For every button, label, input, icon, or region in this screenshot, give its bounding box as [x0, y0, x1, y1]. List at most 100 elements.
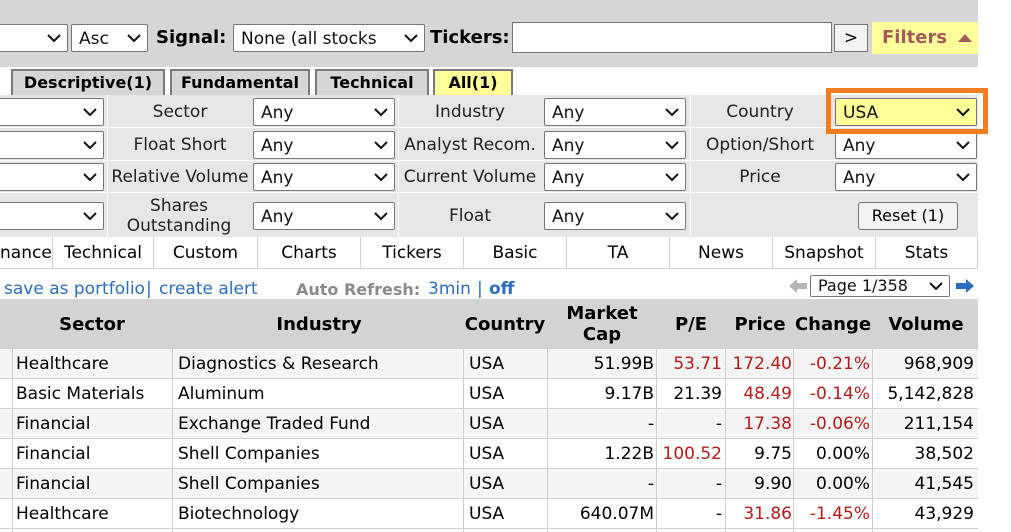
signal-value: None (all stocks: [241, 29, 377, 49]
header-pe[interactable]: P/E: [658, 314, 724, 335]
tickers-go-button[interactable]: >: [834, 24, 868, 52]
float-filter-select[interactable]: Any: [544, 202, 686, 230]
cell-price: 31.86: [743, 504, 792, 524]
view-tab-stats[interactable]: Stats: [876, 237, 978, 269]
column-divider: [547, 349, 548, 532]
create-alert-link[interactable]: create alert: [159, 279, 258, 299]
table-row[interactable]: Financial Shell Companies USA - - 9.90 0.00% 41…: [0, 469, 978, 499]
cell-sector[interactable]: Healthcare: [12, 499, 172, 529]
chevron-down-icon: [665, 132, 679, 150]
industry-filter-select[interactable]: Any: [544, 98, 686, 126]
price-filter-select[interactable]: Any: [835, 163, 977, 191]
cell-sector[interactable]: Financial: [12, 439, 172, 469]
page-select-value: Page 1/358: [818, 276, 908, 295]
header-country[interactable]: Country: [464, 314, 546, 335]
column-divider: [872, 349, 873, 532]
float-filter-value: Any: [552, 207, 585, 227]
cell-sector[interactable]: Financial: [12, 469, 172, 499]
tab-descriptive[interactable]: Descriptive(1): [11, 69, 165, 95]
sector-filter-select[interactable]: Any: [253, 98, 395, 126]
tickers-label: Tickers:: [430, 27, 510, 48]
signal-select[interactable]: None (all stocks: [233, 24, 425, 52]
cell-country[interactable]: USA: [465, 469, 547, 499]
page-select[interactable]: Page 1/358: [810, 275, 950, 297]
option-short-filter-select[interactable]: Any: [835, 131, 977, 159]
view-tab-tickers[interactable]: Tickers: [361, 237, 464, 269]
cell-sector[interactable]: Healthcare: [12, 349, 172, 379]
table-row[interactable]: Basic Materials Aluminum USA 9.17B 21.39 48.4…: [0, 379, 978, 409]
prev-page-arrow-icon[interactable]: [788, 278, 808, 298]
cell-pe: 21.39: [673, 384, 722, 404]
chevron-down-icon: [374, 203, 388, 221]
analyst-recom-filter-label: Analyst Recom.: [404, 135, 536, 155]
analyst-recom-filter-select[interactable]: Any: [544, 131, 686, 159]
tab-technical[interactable]: Technical: [315, 69, 429, 95]
header-volume[interactable]: Volume: [874, 314, 978, 335]
filter-select-row3-col0[interactable]: [0, 163, 104, 191]
filter-select-row4-col0[interactable]: [0, 202, 104, 230]
cell-country[interactable]: USA: [465, 439, 547, 469]
order-by-select[interactable]: [0, 24, 68, 52]
cell-volume: 211,154: [903, 414, 974, 434]
auto-refresh-label: Auto Refresh:: [296, 280, 421, 299]
cell-industry[interactable]: Shell Companies: [174, 439, 462, 469]
cell-pe: -: [715, 504, 722, 524]
chevron-down-icon: [665, 164, 679, 182]
view-tab-financial[interactable]: nance: [0, 237, 53, 269]
header-industry[interactable]: Industry: [174, 314, 464, 335]
header-market-cap[interactable]: Market Cap: [548, 303, 656, 345]
table-row[interactable]: Financial Exchange Traded Fund USA - - 17.38-…: [0, 409, 978, 439]
header-change[interactable]: Change: [794, 314, 872, 335]
filter-select-row1-col0[interactable]: [0, 98, 104, 126]
cell-sector[interactable]: Basic Materials: [12, 379, 172, 409]
shares-outstanding-filter-select[interactable]: Any: [253, 202, 395, 230]
cell-industry[interactable]: Biotechnology: [174, 499, 462, 529]
view-tab-technical[interactable]: Technical: [53, 237, 154, 269]
chevron-down-icon: [127, 25, 141, 43]
cell-industry[interactable]: Aluminum: [174, 379, 462, 409]
cell-country[interactable]: USA: [465, 409, 547, 439]
table-row[interactable]: Healthcare Biotechnology USA 640.07M - 31.86-…: [0, 499, 978, 529]
save-as-portfolio-link[interactable]: save as portfolio: [4, 279, 145, 299]
tickers-input[interactable]: [512, 22, 832, 53]
view-tab-news[interactable]: News: [670, 237, 773, 269]
view-tab-snapshot[interactable]: Snapshot: [773, 237, 876, 269]
option-short-filter-value: Any: [843, 136, 876, 156]
filter-select-row2-col0[interactable]: [0, 131, 104, 159]
auto-refresh-off-link[interactable]: off: [489, 279, 514, 299]
relative-volume-filter-value: Any: [261, 168, 294, 188]
current-volume-filter-select[interactable]: Any: [544, 163, 686, 191]
cell-country[interactable]: USA: [465, 379, 547, 409]
view-tab-charts[interactable]: Charts: [258, 237, 361, 269]
cell-volume: 5,142,828: [887, 384, 974, 404]
table-row[interactable]: Healthcare Diagnostics & Research USA 51.99…: [0, 349, 978, 379]
view-tab-ta[interactable]: TA: [567, 237, 670, 269]
header-sector[interactable]: Sector: [12, 314, 172, 335]
cell-market-cap: 9.17B: [604, 384, 654, 404]
current-volume-filter-label: Current Volume: [403, 167, 537, 187]
cell-change: -0.21%: [809, 354, 870, 374]
view-tab-basic[interactable]: Basic: [464, 237, 567, 269]
cell-sector[interactable]: Financial: [12, 409, 172, 439]
auto-refresh-interval-link[interactable]: 3min: [428, 279, 471, 299]
view-tab-custom[interactable]: Custom: [154, 237, 258, 269]
float-short-filter-select[interactable]: Any: [253, 131, 395, 159]
cell-country[interactable]: USA: [465, 349, 547, 379]
filters-toggle-button[interactable]: Filters: [872, 22, 978, 54]
tab-all[interactable]: All(1): [433, 69, 513, 95]
header-price[interactable]: Price: [726, 314, 794, 335]
cell-industry[interactable]: Exchange Traded Fund: [174, 409, 462, 439]
relative-volume-filter-select[interactable]: Any: [253, 163, 395, 191]
order-direction-value: Asc: [79, 29, 109, 49]
table-row[interactable]: Financial Shell Companies USA 1.22B 100.52 9.…: [0, 439, 978, 469]
country-filter-label: Country: [726, 102, 794, 122]
cell-volume: 43,929: [914, 504, 974, 524]
tab-fundamental[interactable]: Fundamental: [170, 69, 310, 95]
next-page-arrow-icon[interactable]: [955, 278, 975, 298]
cell-industry[interactable]: Diagnostics & Research: [174, 349, 462, 379]
cell-market-cap: -: [647, 474, 654, 494]
cell-industry[interactable]: Shell Companies: [174, 469, 462, 499]
cell-country[interactable]: USA: [465, 499, 547, 529]
reset-filters-button[interactable]: Reset (1): [858, 202, 958, 230]
order-direction-select[interactable]: Asc: [71, 24, 148, 52]
